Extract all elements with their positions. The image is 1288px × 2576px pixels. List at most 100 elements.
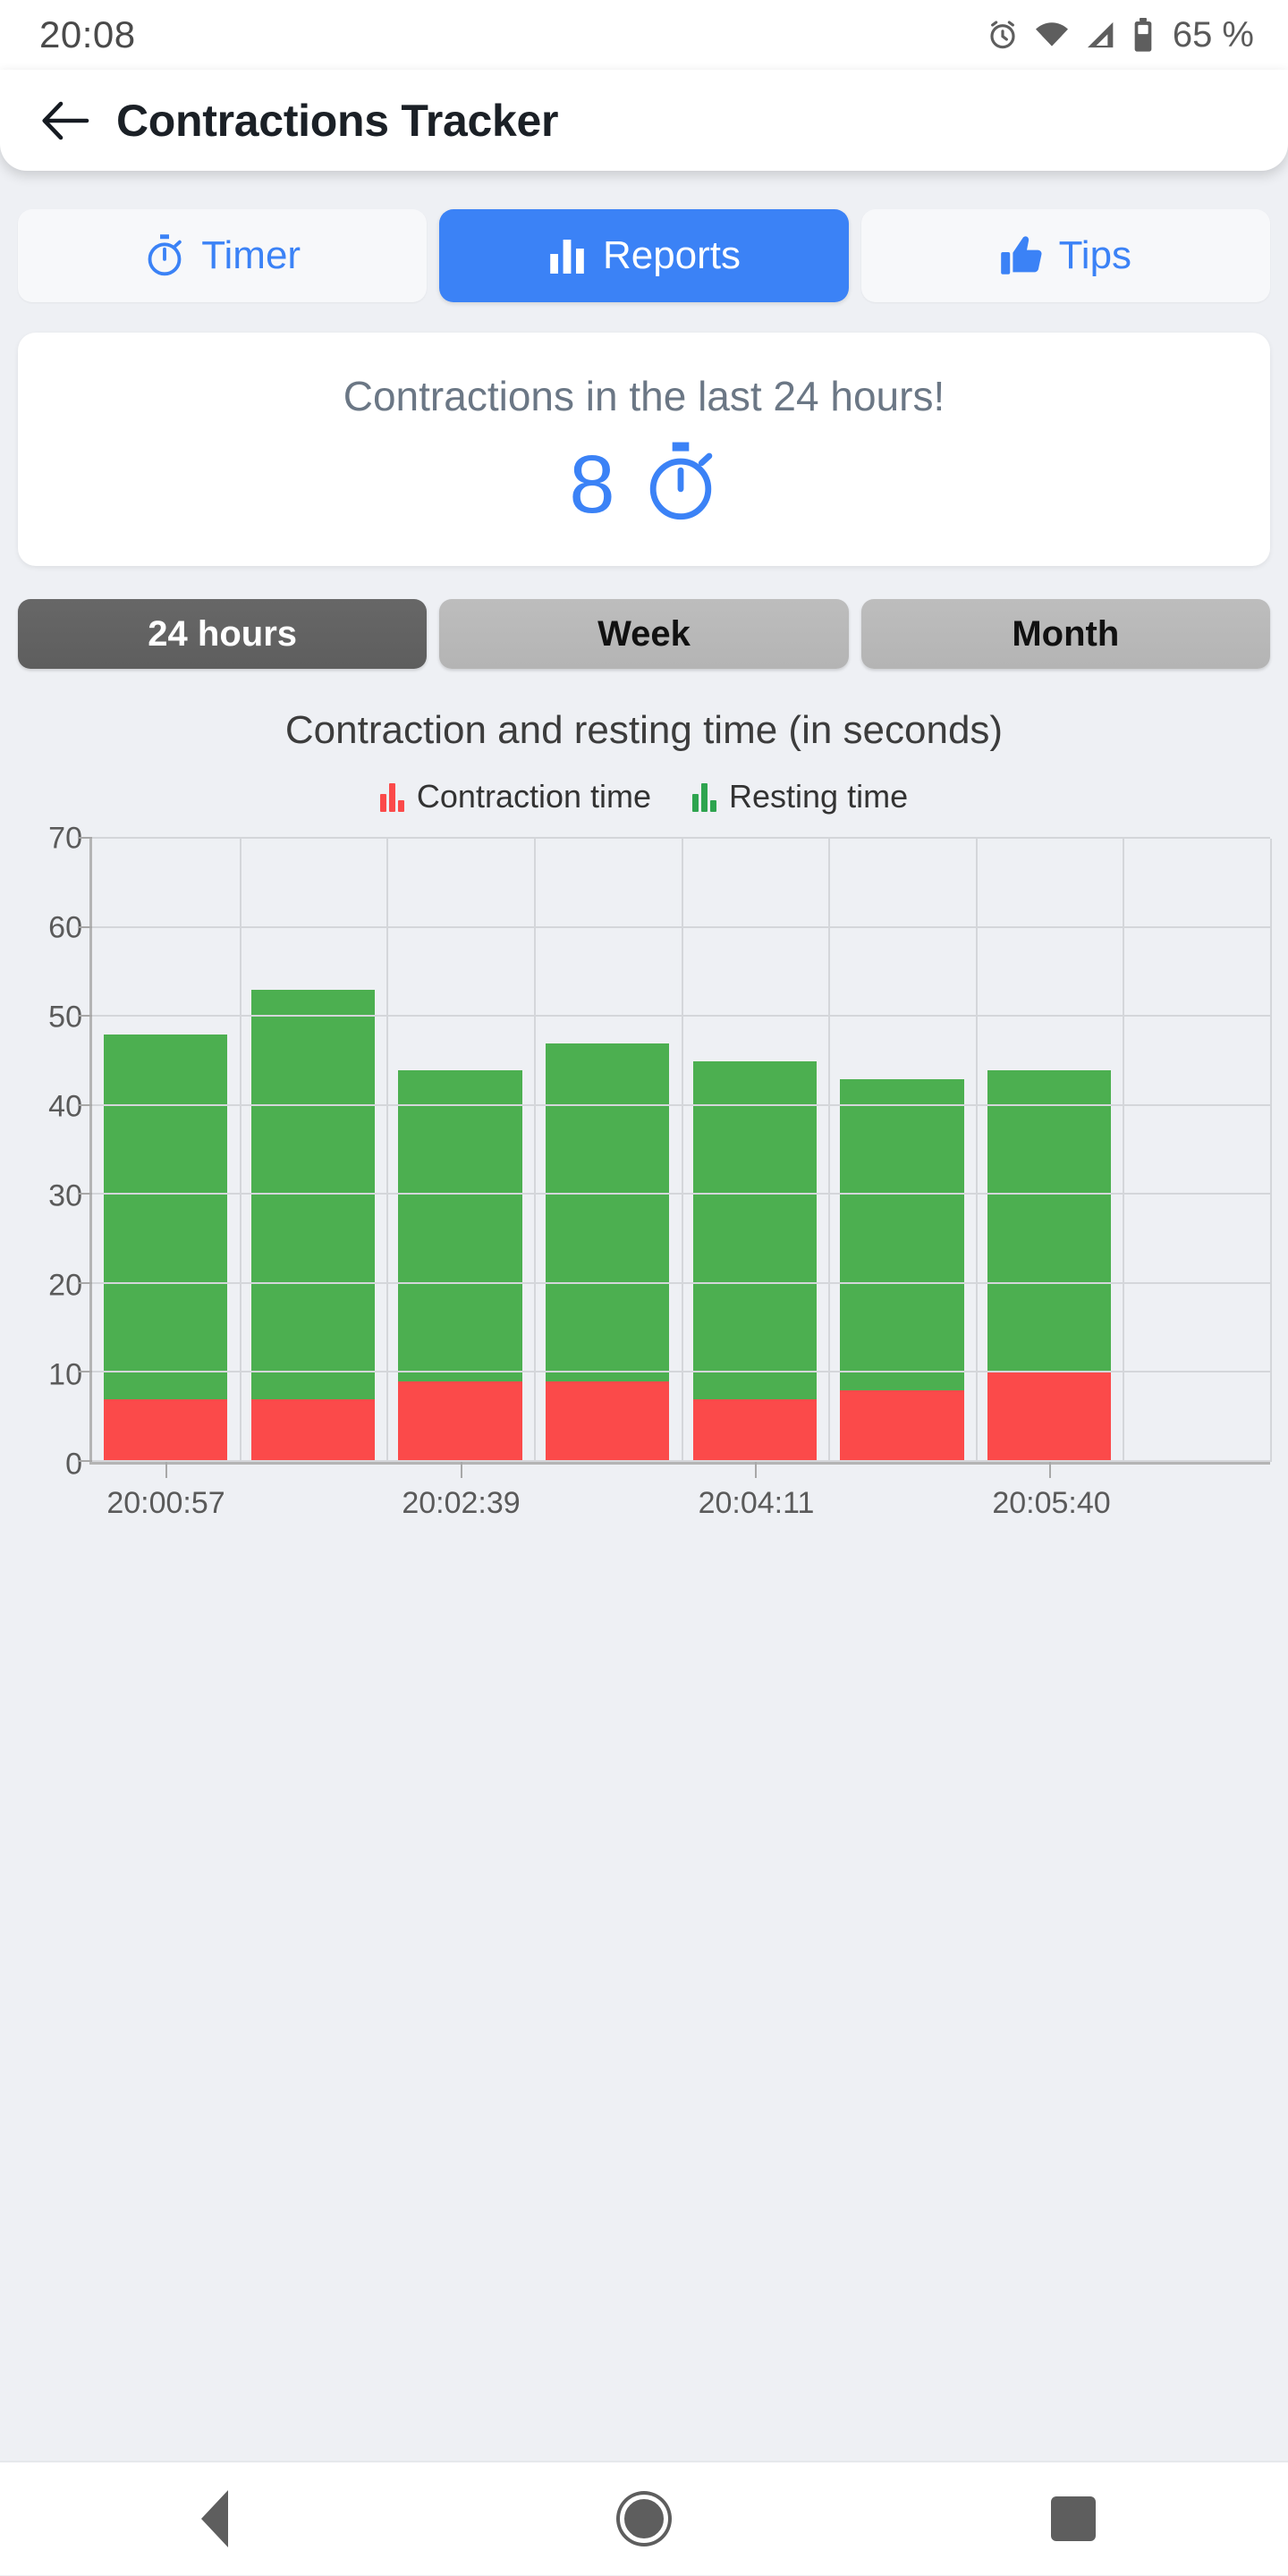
chart-gridline <box>976 839 978 1462</box>
nav-back-triangle-icon[interactable] <box>139 2462 291 2576</box>
summary-card: Contractions in the last 24 hours! 8 <box>18 333 1270 566</box>
chart-gridline <box>1123 839 1124 1462</box>
chart-gridline <box>1270 839 1272 1462</box>
chart-gridline <box>682 839 683 1462</box>
signal-icon <box>1083 17 1119 53</box>
battery-percent-label: 65 % <box>1173 15 1254 55</box>
chart-gridline <box>534 839 536 1462</box>
summary-value-row: 8 <box>18 440 1270 528</box>
tab-tips-label: Tips <box>1059 233 1132 278</box>
chart-x-tick-label: 20:00:57 <box>106 1486 225 1521</box>
tab-timer[interactable]: Timer <box>18 209 427 302</box>
wifi-icon <box>1033 17 1071 53</box>
back-arrow-icon[interactable] <box>38 93 93 148</box>
chart-bar-segment-resting <box>104 1035 227 1399</box>
chart-bar-segment-contraction <box>251 1399 375 1462</box>
chart-y-tick-label: 10 <box>48 1358 82 1393</box>
chart-bar[interactable] <box>386 839 534 1462</box>
bar-chart-icon <box>380 781 404 812</box>
tab-bar: Timer Reports Tips <box>0 171 1288 302</box>
chart-bar-segment-resting <box>546 1043 669 1381</box>
contraction-count: 8 <box>569 443 614 526</box>
thumbs-up-icon <box>1000 235 1043 276</box>
chart-canvas <box>89 839 1270 1465</box>
legend-label-contraction-time: Contraction time <box>417 778 651 815</box>
chart-title: Contraction and resting time (in seconds… <box>18 708 1270 753</box>
range-option-week[interactable]: Week <box>439 599 848 669</box>
chart-y-tick <box>78 1460 92 1462</box>
chart-plot-area: 010203040506070 <box>18 839 1270 1465</box>
chart-gridline <box>386 839 388 1462</box>
chart-bar[interactable] <box>682 839 829 1462</box>
tab-tips[interactable]: Tips <box>861 209 1270 302</box>
chart-y-tick <box>78 1104 92 1106</box>
chart-bar-segment-resting <box>251 990 375 1399</box>
chart-bar-empty-slot <box>1123 839 1270 1462</box>
chart-bar-segment-contraction <box>104 1399 227 1462</box>
chart-bar-segment-contraction <box>840 1390 963 1462</box>
chart-x-axis: 20:00:57 20:02:39 20:04:11 20:05:40 <box>89 1465 1270 1536</box>
chart-legend: Contraction time Resting time <box>18 778 1270 815</box>
chart-y-tick <box>78 1282 92 1284</box>
chart-x-tick-label: 20:02:39 <box>402 1486 520 1521</box>
summary-title: Contractions in the last 24 hours! <box>18 372 1270 420</box>
range-option-24-hours-label: 24 hours <box>148 614 297 655</box>
stopwatch-icon <box>144 233 185 278</box>
chart-bar[interactable] <box>976 839 1123 1462</box>
range-option-month[interactable]: Month <box>861 599 1270 669</box>
battery-icon <box>1131 17 1155 53</box>
chart-bar[interactable] <box>92 839 240 1462</box>
page-title: Contractions Tracker <box>116 95 558 147</box>
chart-y-tick <box>78 926 92 928</box>
chart-x-tick-label: 20:04:11 <box>699 1486 815 1521</box>
chart-bar[interactable] <box>534 839 682 1462</box>
legend-label-resting-time: Resting time <box>729 778 908 815</box>
alarm-icon <box>985 17 1021 53</box>
chart-bar-segment-contraction <box>398 1381 521 1462</box>
chart-bar-segment-resting <box>840 1079 963 1390</box>
chart-bar[interactable] <box>240 839 387 1462</box>
chart-y-tick-label: 0 <box>65 1448 82 1482</box>
app-bar: Contractions Tracker <box>0 70 1288 171</box>
bar-chart-icon <box>547 236 587 275</box>
chart-bar-segment-resting <box>987 1070 1111 1373</box>
range-option-week-label: Week <box>597 614 691 655</box>
chart-y-tick-label: 60 <box>48 911 82 946</box>
status-bar: 20:08 <box>0 0 1288 70</box>
chart-gridline <box>240 839 242 1462</box>
chart-y-tick-label: 70 <box>48 822 82 857</box>
chart-bar-segment-resting <box>693 1061 817 1399</box>
chart-bar-segment-contraction <box>693 1399 817 1462</box>
bar-chart-icon <box>692 781 716 812</box>
chart-y-tick-label: 40 <box>48 1090 82 1125</box>
chart-y-tick-label: 30 <box>48 1179 82 1214</box>
status-bar-clock: 20:08 <box>39 13 136 56</box>
tab-reports[interactable]: Reports <box>439 209 848 302</box>
range-selector: 24 hours Week Month <box>0 566 1288 669</box>
stopwatch-icon <box>642 440 719 528</box>
status-bar-icons: 65 % <box>985 15 1254 55</box>
chart-y-tick <box>78 1015 92 1017</box>
chart-gridline <box>828 839 830 1462</box>
chart-y-tick <box>78 837 92 839</box>
chart-bar-segment-resting <box>398 1070 521 1381</box>
nav-home-circle-icon[interactable] <box>568 2462 720 2576</box>
chart-y-tick <box>78 1371 92 1372</box>
nav-recents-square-icon[interactable] <box>997 2462 1149 2576</box>
range-option-month-label: Month <box>1012 614 1119 655</box>
legend-item-contraction-time: Contraction time <box>380 778 651 815</box>
chart-bar[interactable] <box>828 839 976 1462</box>
chart-bar-segment-contraction <box>546 1381 669 1462</box>
tab-reports-label: Reports <box>603 233 741 278</box>
chart-bar-segment-contraction <box>987 1372 1111 1462</box>
chart-y-tick <box>78 1193 92 1195</box>
chart-y-tick-label: 50 <box>48 1001 82 1035</box>
system-nav-bar <box>0 2461 1288 2575</box>
chart-y-tick-label: 20 <box>48 1269 82 1304</box>
app-bar-container: Contractions Tracker <box>0 70 1288 171</box>
range-option-24-hours[interactable]: 24 hours <box>18 599 427 669</box>
chart-section: Contraction and resting time (in seconds… <box>0 708 1288 1536</box>
tab-timer-label: Timer <box>201 233 301 278</box>
legend-item-resting-time: Resting time <box>692 778 908 815</box>
chart-x-tick-label: 20:05:40 <box>992 1486 1110 1521</box>
